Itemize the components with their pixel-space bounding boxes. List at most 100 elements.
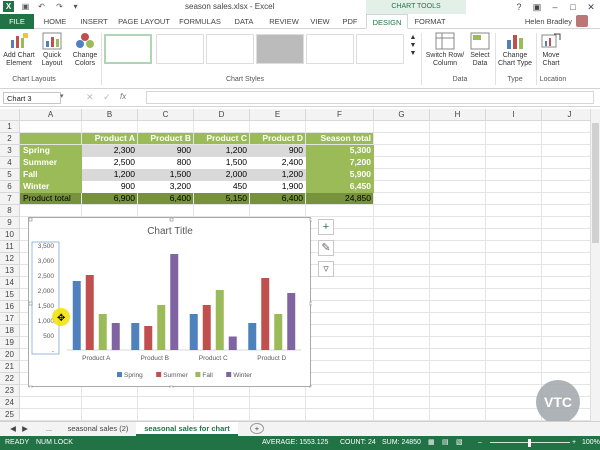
fx-label[interactable]: fx	[120, 92, 126, 101]
tab-data[interactable]: DATA	[228, 14, 260, 29]
name-box[interactable]: Chart 3	[3, 92, 61, 104]
tab-formulas[interactable]: FORMULAS	[176, 14, 224, 29]
chart-title[interactable]: Chart Title	[147, 226, 193, 237]
row-header-22[interactable]: 22	[0, 373, 20, 385]
row-header-6[interactable]: 6	[0, 181, 20, 193]
page-break-view-icon[interactable]: ▧	[456, 436, 463, 450]
row-header-7[interactable]: 7	[0, 193, 20, 205]
avatar[interactable]	[576, 15, 588, 27]
sheet-tab-seasonal-sales-chart[interactable]: seasonal sales for chart	[136, 422, 238, 436]
row-header-17[interactable]: 17	[0, 313, 20, 325]
row-header-15[interactable]: 15	[0, 289, 20, 301]
row-header-16[interactable]: 16	[0, 301, 20, 313]
bar-winter-product-d[interactable]	[287, 293, 296, 350]
minimize-button[interactable]: –	[548, 1, 562, 13]
row-label-summer[interactable]: Summer	[20, 157, 82, 169]
chart-style-4[interactable]	[256, 34, 304, 64]
legend-label-summer[interactable]: Summer	[163, 372, 188, 379]
zoom-slider-thumb[interactable]	[528, 439, 531, 447]
data-cell[interactable]: 5,900	[306, 169, 374, 181]
tab-view[interactable]: VIEW	[306, 14, 334, 29]
data-cell[interactable]: 1,900	[250, 181, 306, 193]
resize-handle[interactable]	[28, 301, 33, 306]
status-sum[interactable]: SUM: 24850	[382, 436, 421, 450]
chart-object[interactable]: Chart Title - 500 1,000 1,500 2,000 2,500 3,000…	[28, 217, 314, 390]
bar-spring-product-d[interactable]	[248, 323, 257, 350]
formula-input[interactable]	[146, 91, 594, 104]
bar-summer-product-c[interactable]	[202, 305, 211, 350]
resize-handle[interactable]	[169, 217, 174, 222]
row-header-11[interactable]: 11	[0, 241, 20, 253]
row-header-25[interactable]: 25	[0, 409, 20, 421]
user-name[interactable]: Helen Bradley	[525, 17, 572, 26]
data-cell[interactable]: 1,200	[194, 145, 250, 157]
row-header-9[interactable]: 9	[0, 217, 20, 229]
row-label-fall[interactable]: Fall	[20, 169, 82, 181]
column-header-c[interactable]: C	[138, 109, 194, 121]
data-cell[interactable]: 900	[82, 181, 138, 193]
zoom-out-icon[interactable]: –	[478, 436, 482, 450]
row-header-3[interactable]: 3	[0, 145, 20, 157]
help-icon[interactable]: ?	[512, 1, 526, 13]
chart-styles-more-button[interactable]: ▲ ▼ ▼	[408, 34, 418, 58]
data-cell[interactable]: 5,300	[306, 145, 374, 157]
chart-style-1[interactable]	[104, 34, 152, 64]
clustered-column-chart[interactable]: Chart Title - 500 1,000 1,500 2,000 2,500 3,000…	[28, 217, 314, 390]
zoom-in-icon[interactable]: +	[572, 436, 576, 450]
chart-style-5[interactable]	[306, 34, 354, 64]
row-header-19[interactable]: 19	[0, 337, 20, 349]
change-chart-type-button[interactable]: Change Chart Type	[497, 32, 533, 68]
status-average[interactable]: AVERAGE: 1553.125	[262, 436, 328, 450]
select-data-button[interactable]: Select Data	[468, 32, 492, 68]
data-cell[interactable]: 6,450	[306, 181, 374, 193]
tab-format[interactable]: FORMAT	[410, 14, 450, 29]
column-header-d[interactable]: D	[194, 109, 250, 121]
data-cell[interactable]: 2,400	[250, 157, 306, 169]
column-header-g[interactable]: G	[374, 109, 430, 121]
row-header-8[interactable]: 8	[0, 205, 20, 217]
column-header-i[interactable]: I	[486, 109, 542, 121]
next-sheet-icon[interactable]: ▶	[20, 422, 30, 436]
bar-fall-product-c[interactable]	[215, 290, 224, 350]
select-all-corner[interactable]	[0, 109, 20, 121]
bar-summer-product-a[interactable]	[85, 275, 94, 350]
resize-handle[interactable]	[309, 301, 314, 306]
chart-elements-plus-icon[interactable]: +	[318, 219, 334, 235]
data-cell[interactable]: 2,500	[82, 157, 138, 169]
bar-summer-product-b[interactable]	[144, 326, 153, 350]
tab-page-layout[interactable]: PAGE LAYOUT	[116, 14, 172, 29]
data-cell[interactable]: 1,200	[250, 169, 306, 181]
bar-winter-product-a[interactable]	[111, 323, 120, 350]
resize-handle[interactable]	[169, 385, 174, 390]
tab-review[interactable]: REVIEW	[264, 14, 304, 29]
column-header-e[interactable]: E	[250, 109, 306, 121]
bar-fall-product-d[interactable]	[274, 314, 283, 350]
tab-design[interactable]: DESIGN	[366, 14, 408, 29]
sheet-tab-seasonal-sales-2[interactable]: seasonal sales (2)	[62, 422, 134, 436]
data-cell[interactable]: 1,500	[138, 169, 194, 181]
save-icon[interactable]: ▣	[20, 1, 31, 12]
chart-style-3[interactable]	[206, 34, 254, 64]
data-cell[interactable]: 3,200	[138, 181, 194, 193]
tab-pdf[interactable]: PDF	[337, 14, 363, 29]
quick-layout-button[interactable]: Quick Layout	[38, 32, 66, 68]
data-cell[interactable]: 2,300	[82, 145, 138, 157]
switch-row-column-button[interactable]: Switch Row/ Column	[424, 32, 466, 68]
data-cell[interactable]: 7,200	[306, 157, 374, 169]
data-cell[interactable]: 1,200	[82, 169, 138, 181]
page-layout-view-icon[interactable]: ▤	[442, 436, 449, 450]
tab-file[interactable]: FILE	[0, 14, 34, 29]
data-cell[interactable]: 900	[138, 145, 194, 157]
data-cell[interactable]: 450	[194, 181, 250, 193]
new-sheet-plus-icon[interactable]: +	[250, 423, 264, 434]
move-chart-button[interactable]: Move Chart	[538, 32, 564, 68]
row-header-1[interactable]: 1	[0, 121, 20, 133]
row-header-4[interactable]: 4	[0, 157, 20, 169]
close-button[interactable]: ✕	[584, 1, 598, 13]
row-header-12[interactable]: 12	[0, 253, 20, 265]
column-header-h[interactable]: H	[430, 109, 486, 121]
bar-spring-product-a[interactable]	[72, 281, 81, 350]
name-box-dropdown-icon[interactable]: ▾	[60, 92, 64, 100]
row-header-18[interactable]: 18	[0, 325, 20, 337]
vertical-scrollbar[interactable]	[590, 109, 600, 421]
